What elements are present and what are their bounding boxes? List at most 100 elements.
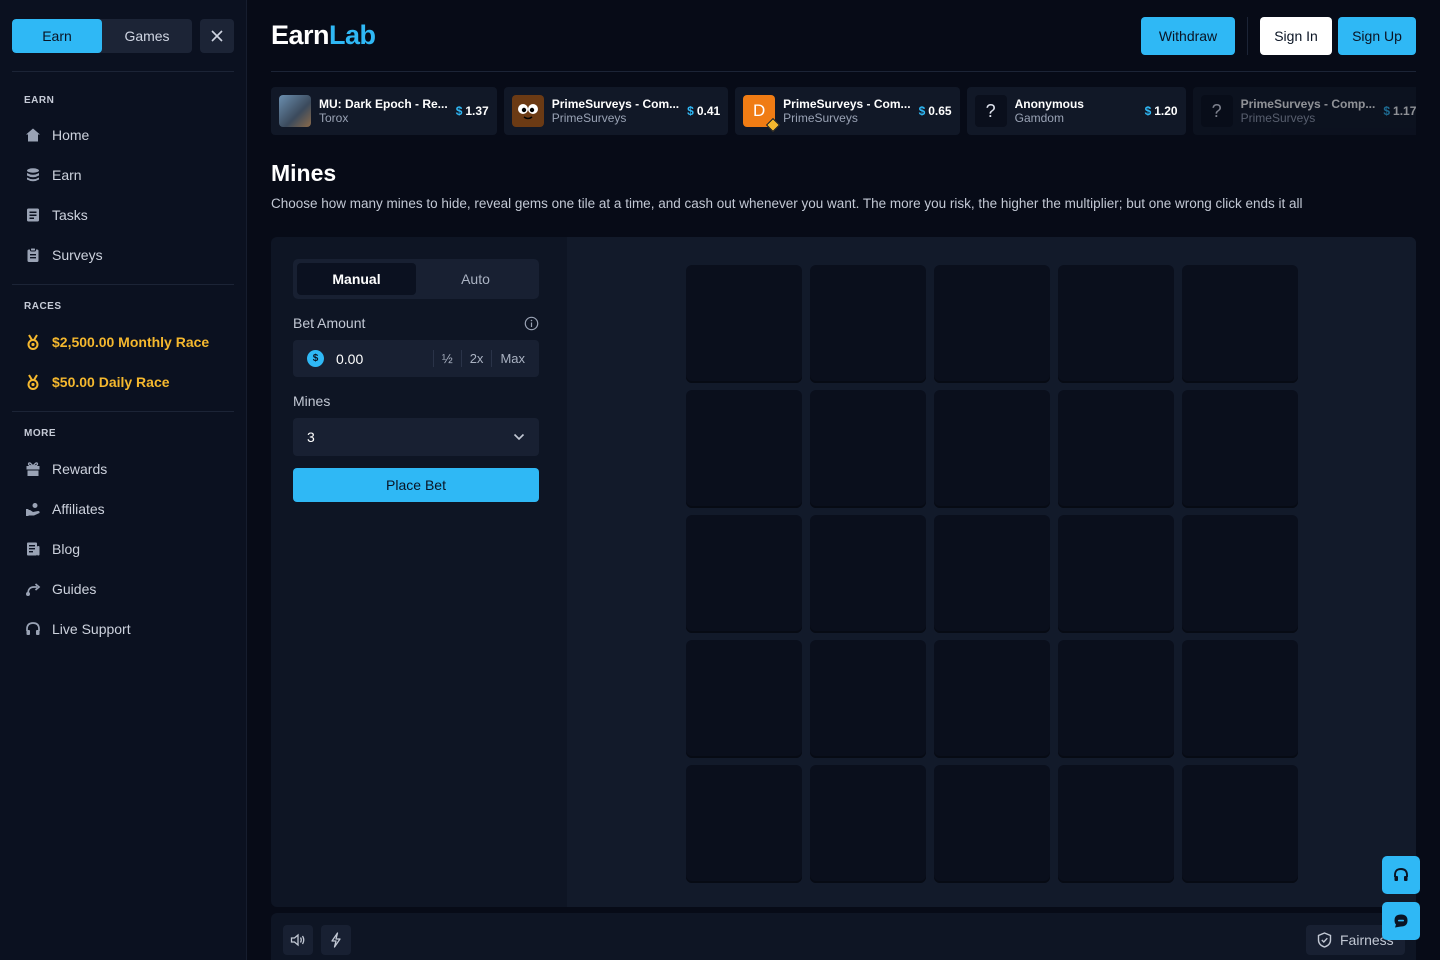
- sidebar-divider: [12, 71, 234, 72]
- mine-tile[interactable]: [810, 515, 926, 633]
- currency-symbol: $: [918, 104, 926, 118]
- guides-icon: [24, 580, 42, 598]
- sidebar-item-label: Guides: [52, 581, 97, 597]
- tile-grid: [686, 265, 1298, 883]
- feed-card[interactable]: D PrimeSurveys - Com... PrimeSurveys $0.…: [735, 87, 960, 135]
- mine-tile[interactable]: [686, 515, 802, 633]
- sidebar-item-label: $50.00 Daily Race: [52, 374, 170, 390]
- toggle-games[interactable]: Games: [102, 19, 192, 53]
- bet-amount-label: Bet Amount: [293, 315, 366, 331]
- mine-tile[interactable]: [934, 515, 1050, 633]
- withdraw-button[interactable]: Withdraw: [1141, 17, 1235, 55]
- bet-amount-value[interactable]: 0.00: [336, 351, 433, 367]
- bet-amount-input[interactable]: $ 0.00 ½ 2x Max: [293, 340, 539, 377]
- close-sidebar-button[interactable]: [200, 19, 234, 53]
- sidebar-item-label: Live Support: [52, 621, 131, 637]
- mine-tile[interactable]: [686, 265, 802, 383]
- chat-bubble-icon: [1394, 914, 1408, 928]
- mine-tile[interactable]: [810, 265, 926, 383]
- mine-tile[interactable]: [1058, 765, 1174, 883]
- sidebar-mode-toggle: Earn Games: [12, 19, 192, 53]
- sidebar-item-label: Affiliates: [52, 501, 105, 517]
- offer-avatar: [279, 95, 311, 127]
- feed-offer-name: Anonymous: [1014, 97, 1084, 111]
- double-bet-button[interactable]: 2x: [460, 350, 492, 367]
- coins-icon: [24, 166, 42, 184]
- tab-manual[interactable]: Manual: [297, 263, 416, 295]
- mode-toggle: Manual Auto: [293, 259, 539, 299]
- feed-card[interactable]: ? PrimeSurveys - Comp... PrimeSurveys $1…: [1192, 87, 1416, 135]
- live-support-float-button[interactable]: [1382, 856, 1420, 894]
- mine-tile[interactable]: [1058, 515, 1174, 633]
- max-bet-button[interactable]: Max: [491, 350, 533, 367]
- amount-value: 1.20: [1154, 104, 1178, 118]
- feed-amount: $1.17: [1383, 104, 1416, 118]
- mine-tile[interactable]: [686, 640, 802, 758]
- logo[interactable]: EarnLab: [271, 20, 376, 51]
- sidebar-item-blog[interactable]: Blog: [16, 533, 230, 565]
- chat-float-button[interactable]: [1382, 902, 1420, 940]
- feed-card[interactable]: PrimeSurveys - Com... PrimeSurveys $0.41: [503, 87, 729, 135]
- place-bet-button[interactable]: Place Bet: [293, 468, 539, 502]
- instant-bet-button[interactable]: [321, 925, 351, 955]
- mine-tile[interactable]: [1058, 265, 1174, 383]
- sidebar-item-affiliates[interactable]: Affiliates: [16, 493, 230, 525]
- avatar-letter: ?: [1211, 100, 1222, 121]
- currency-symbol: $: [687, 104, 694, 118]
- sidebar-divider: [12, 411, 234, 412]
- sidebar-divider: [12, 284, 234, 285]
- speaker-icon: [290, 933, 305, 947]
- mine-tile[interactable]: [686, 390, 802, 508]
- amount-value: 1.17: [1393, 104, 1416, 118]
- sidebar-item-surveys[interactable]: Surveys: [16, 239, 230, 271]
- gem-badge-icon: [766, 117, 781, 133]
- sign-up-button[interactable]: Sign Up: [1338, 17, 1416, 55]
- anonymous-avatar: ?: [1200, 95, 1233, 127]
- mine-tile[interactable]: [1058, 640, 1174, 758]
- blog-icon: [24, 540, 42, 558]
- offer-avatar: [511, 95, 544, 127]
- mine-tile[interactable]: [810, 390, 926, 508]
- tasks-icon: [24, 206, 42, 224]
- currency-symbol: $: [1383, 104, 1391, 118]
- feed-card[interactable]: MU: Dark Epoch - Re... Torox $1.37: [271, 87, 497, 135]
- feed-provider: PrimeSurveys: [783, 111, 858, 125]
- toggle-earn[interactable]: Earn: [12, 19, 102, 53]
- sidebar-item-label: Surveys: [52, 247, 103, 263]
- feed-card[interactable]: ? Anonymous Gamdom $1.20: [966, 87, 1186, 135]
- mine-tile[interactable]: [1182, 390, 1298, 508]
- mine-tile[interactable]: [1058, 390, 1174, 508]
- mine-tile[interactable]: [686, 765, 802, 883]
- tab-auto[interactable]: Auto: [416, 263, 535, 295]
- sound-toggle-button[interactable]: [283, 925, 313, 955]
- feed-text: PrimeSurveys - Com... PrimeSurveys: [552, 97, 679, 125]
- sidebar-item-home[interactable]: Home: [16, 119, 230, 151]
- sidebar-item-daily-race[interactable]: $50.00 Daily Race: [16, 366, 230, 398]
- mine-tile[interactable]: [934, 765, 1050, 883]
- mine-tile[interactable]: [1182, 640, 1298, 758]
- mines-count-select[interactable]: 3: [293, 418, 539, 456]
- sidebar-item-earn[interactable]: Earn: [16, 159, 230, 191]
- mine-tile[interactable]: [1182, 265, 1298, 383]
- mine-tile[interactable]: [1182, 765, 1298, 883]
- mines-board: [567, 237, 1416, 907]
- feed-text: PrimeSurveys - Comp... PrimeSurveys: [1241, 97, 1376, 125]
- info-icon[interactable]: [524, 316, 539, 331]
- sidebar-item-monthly-race[interactable]: $2,500.00 Monthly Race: [16, 326, 230, 358]
- bet-amount-label-row: Bet Amount: [293, 313, 539, 333]
- clipboard-icon: [24, 246, 42, 264]
- sidebar-item-tasks[interactable]: Tasks: [16, 199, 230, 231]
- mine-tile[interactable]: [934, 390, 1050, 508]
- half-bet-button[interactable]: ½: [432, 350, 461, 367]
- sign-in-button[interactable]: Sign In: [1260, 17, 1332, 55]
- sidebar-item-live-support[interactable]: Live Support: [16, 613, 230, 645]
- mine-tile[interactable]: [934, 265, 1050, 383]
- medal-icon: [24, 373, 42, 391]
- mine-tile[interactable]: [934, 640, 1050, 758]
- sidebar-item-rewards[interactable]: Rewards: [16, 453, 230, 485]
- mine-tile[interactable]: [1182, 515, 1298, 633]
- mine-tile[interactable]: [810, 765, 926, 883]
- feed-amount: $0.65: [919, 104, 952, 118]
- mine-tile[interactable]: [810, 640, 926, 758]
- sidebar-item-guides[interactable]: Guides: [16, 573, 230, 605]
